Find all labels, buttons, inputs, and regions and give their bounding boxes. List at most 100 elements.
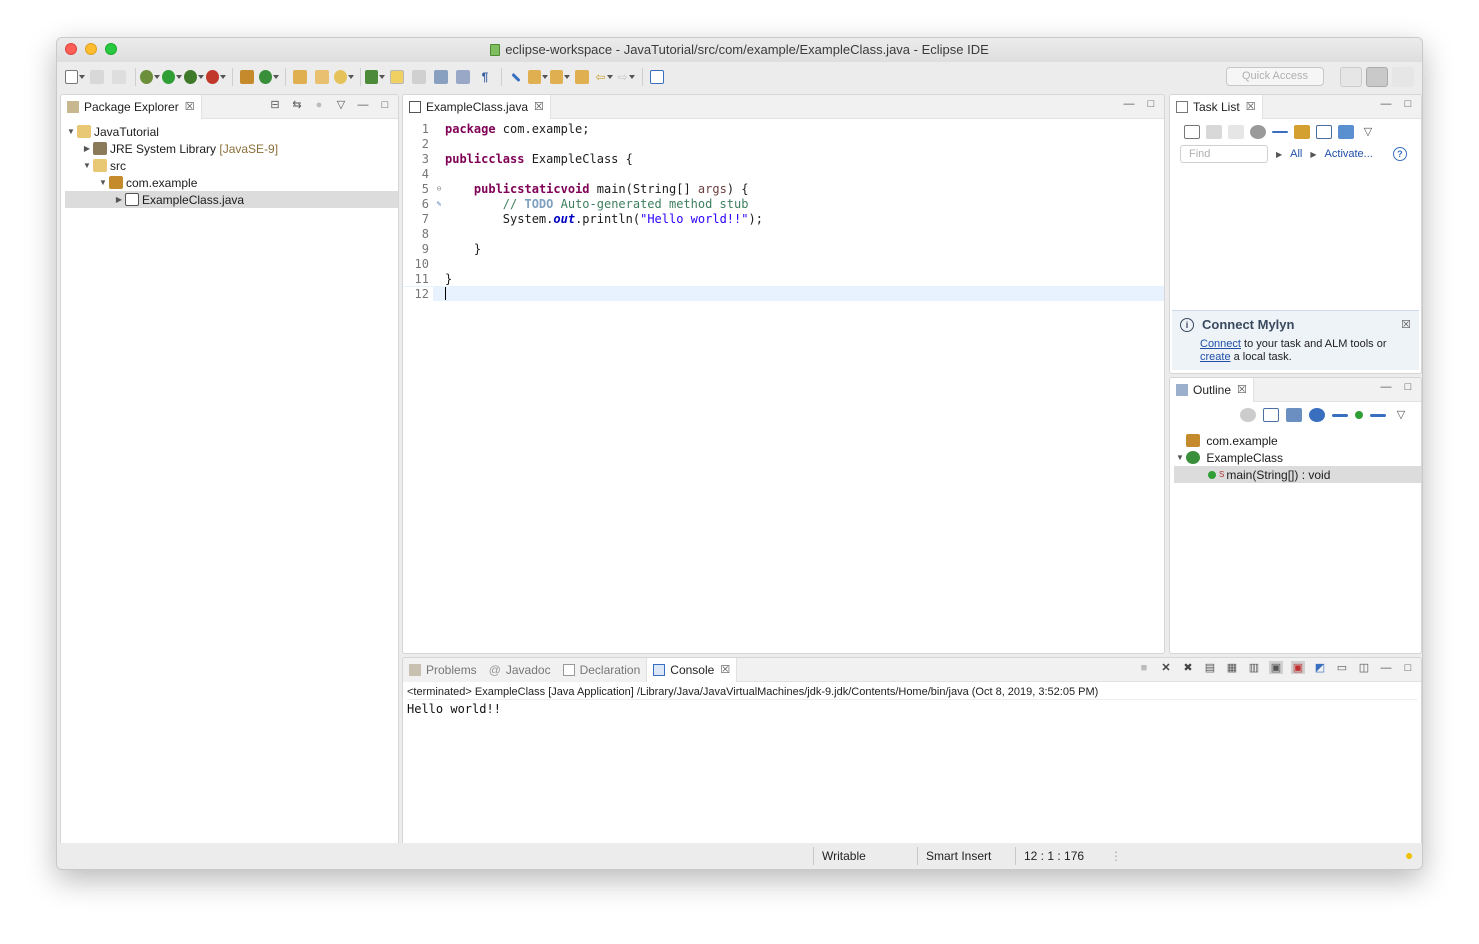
scroll-lock-icon[interactable]: ▦ [1225,661,1239,674]
coverage-icon[interactable] [184,67,204,87]
expanded-arrow-icon[interactable]: ▼ [97,178,109,187]
fold-icon[interactable]: ⊖ [433,184,445,193]
hide-static-icon[interactable] [1332,413,1348,417]
new-package-icon[interactable] [237,67,257,87]
search-icon[interactable] [334,67,354,87]
external-tools-icon[interactable] [206,67,226,87]
maximize-icon[interactable]: □ [1144,98,1158,110]
java-perspective-icon[interactable] [1366,67,1388,87]
sort-icon[interactable] [1286,408,1302,422]
tab-problems[interactable]: Problems [403,658,483,682]
minimize-icon[interactable]: — [356,99,370,111]
tree-item-src[interactable]: ▼ src [65,157,398,174]
toggle-mark-occurrences-icon[interactable] [387,67,407,87]
close-icon[interactable]: ☒ [1237,383,1247,396]
minimize-icon[interactable]: — [1122,98,1136,110]
back-icon[interactable]: ⇦ [594,67,614,87]
tree-item-project[interactable]: ▼ JavaTutorial [65,123,398,140]
hide-fields-icon[interactable] [1309,408,1325,422]
last-edit-location-icon[interactable] [572,67,592,87]
tab-task-list[interactable]: Task List ☒ [1170,95,1263,119]
show-stderr-icon[interactable]: ▣ [1291,661,1305,674]
previous-annotation-icon[interactable] [550,67,570,87]
categorized-icon[interactable] [1206,125,1222,139]
code-editor[interactable]: 1 package com.example; 2 3 public class Ex… [403,121,1164,653]
open-task-icon[interactable] [312,67,332,87]
word-wrap-icon[interactable]: ▥ [1247,661,1261,674]
open-type-icon[interactable] [290,67,310,87]
help-icon[interactable]: ? [1392,147,1407,161]
collapse-all-icon[interactable] [1316,125,1332,139]
new-task-icon[interactable] [1184,125,1200,139]
new-wizard-icon[interactable] [65,67,85,87]
minimize-icon[interactable]: — [1379,662,1393,674]
hide-local-types-icon[interactable] [1370,413,1386,417]
close-icon[interactable]: ☒ [185,100,195,113]
expanded-arrow-icon[interactable]: ▼ [65,127,77,136]
minimize-icon[interactable]: — [1379,98,1393,110]
maximize-icon[interactable]: □ [1401,381,1415,393]
pilcrow-icon[interactable]: ¶ [475,67,495,87]
clear-console-icon[interactable]: ▤ [1203,661,1217,674]
save-all-icon[interactable] [109,67,129,87]
annotation-icon[interactable] [365,67,385,87]
outline-item-method[interactable]: Smain(String[]) : void [1174,466,1421,483]
pin-console-icon[interactable]: ◩ [1313,661,1327,674]
maximize-icon[interactable]: □ [378,99,392,111]
expanded-arrow-icon[interactable]: ▼ [81,161,93,170]
close-icon[interactable]: ☒ [534,100,544,113]
hide-completed-icon[interactable] [1272,131,1288,133]
maximize-icon[interactable]: □ [1401,98,1415,110]
focus-icon[interactable] [1294,125,1310,139]
save-icon[interactable] [87,67,107,87]
next-annotation-icon[interactable] [528,67,548,87]
collapsed-arrow-icon[interactable]: ▶ [113,195,125,204]
minimize-icon[interactable]: — [1379,381,1393,393]
task-marker-icon[interactable]: ✎ [433,199,445,208]
console-body[interactable]: <terminated> ExampleClass [Java Applicat… [403,682,1421,716]
filter-icon[interactable]: ● [312,99,326,111]
outline-item-package[interactable]: com.example [1174,432,1421,449]
run-icon[interactable] [162,67,182,87]
scheduled-icon[interactable] [1228,125,1244,139]
close-icon[interactable]: ☒ [1246,100,1256,113]
tree-item-file[interactable]: ▶ ExampleClass.java [65,191,398,208]
expanded-arrow-icon[interactable]: ▼ [1174,453,1186,462]
activate-link[interactable]: Activate... [1325,148,1373,160]
display-console-icon[interactable]: ▭ [1335,661,1349,674]
maximize-icon[interactable]: □ [1401,662,1415,674]
create-link[interactable]: create [1200,351,1231,363]
tab-exampleclass-java[interactable]: ExampleClass.java ☒ [403,95,551,119]
remove-all-icon[interactable]: ✖ [1181,661,1195,674]
forward-icon[interactable]: ⇨ [616,67,636,87]
close-icon[interactable]: ☒ [1401,318,1411,331]
link-icon[interactable] [1338,125,1354,139]
open-perspective-icon[interactable] [1340,67,1362,87]
open-console-icon[interactable]: ◫ [1357,661,1371,674]
collapse-all-icon[interactable] [1263,408,1279,422]
close-icon[interactable]: ☒ [720,663,730,676]
new-class-icon[interactable] [259,67,279,87]
collapse-all-icon[interactable]: ⊟ [268,98,282,111]
tab-package-explorer[interactable]: Package Explorer ☒ [61,95,202,119]
tab-console[interactable]: Console ☒ [646,658,738,682]
tab-javadoc[interactable]: @ Javadoc [482,658,557,682]
show-whitespace-icon[interactable] [453,67,473,87]
tab-declaration[interactable]: Declaration [556,658,647,682]
collapsed-arrow-icon[interactable]: ▶ [81,144,93,153]
lightbulb-icon[interactable]: ● [1405,847,1413,863]
tree-item-jre[interactable]: ▶ JRE System Library [JavaSE-9] [65,140,398,157]
remove-launch-icon[interactable]: ✕ [1159,661,1173,674]
connect-link[interactable]: Connect [1200,338,1241,350]
show-stdout-icon[interactable]: ▣ [1269,661,1283,674]
view-menu-icon[interactable]: ▽ [1393,408,1409,422]
open-console-icon[interactable] [647,67,667,87]
tree-item-package[interactable]: ▼ com.example [65,174,398,191]
toggle-breadcrumb-icon[interactable] [409,67,429,87]
find-input[interactable]: Find [1180,145,1268,163]
skip-breakpoints-icon[interactable] [506,67,526,87]
debug-perspective-icon[interactable] [1392,67,1414,87]
focus-icon[interactable] [1240,408,1256,422]
status-insert-mode[interactable]: Smart Insert [926,849,991,863]
view-menu-icon[interactable]: ▽ [334,98,348,111]
